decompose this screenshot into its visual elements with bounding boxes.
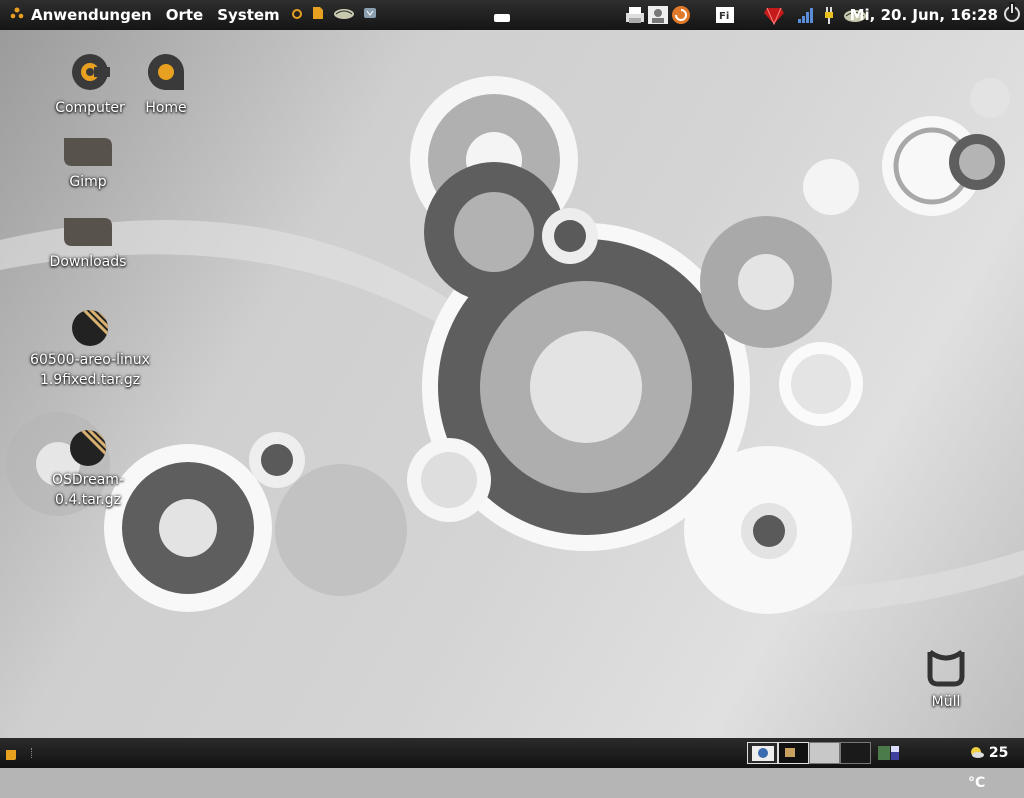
workspace-2[interactable] [778,742,809,764]
desktop: Computer Home Gimp Downloads 60500-areo-… [0,30,1024,738]
show-desktop-icon[interactable] [5,746,17,765]
wallpaper [0,76,1024,615]
ruby-gem-icon[interactable] [763,5,785,26]
desktop-icon-archive-areo[interactable]: 60500-areo-linux1.9fixed.tar.gz [28,308,152,390]
power-button-icon[interactable] [1004,4,1020,22]
launcher-orb-icon[interactable] [291,6,303,24]
desktop-icon-label: OSDream-0.4.tar.gz [51,472,125,508]
desktop-icon-label: Müll [931,694,961,710]
desktop-icon-label: Downloads [49,254,127,270]
svg-text:Fi: Fi [719,11,729,22]
desktop-icon-trash[interactable]: Müll [886,648,1006,712]
printer-icon[interactable] [624,5,646,25]
main-menu-icon[interactable] [10,6,24,24]
workspace-switcher[interactable] [747,742,871,764]
clock[interactable]: Mi, 20. Jun, 16:28 [850,0,998,30]
desktop-icon-downloads[interactable]: Downloads [28,210,148,272]
bottom-panel: 25 °C [0,738,1024,791]
window-indicator-icon[interactable] [493,9,511,29]
workspace-4[interactable] [840,742,871,764]
weather-sun-icon [971,747,984,758]
folder-icon [64,138,112,166]
snail-icon[interactable] [670,5,692,25]
text-editor-launcher-icon[interactable] [311,5,325,25]
keyboard-indicator-icon[interactable]: Fi [715,5,735,25]
top-panel: Anwendungen Orte System Fi Mi, 20. Jun, … [0,0,1024,30]
trash-icon [927,649,965,687]
workspace-3[interactable] [809,742,840,764]
power-plug-icon[interactable] [820,5,838,25]
folder-icon [64,218,112,246]
user-switch-icon[interactable] [647,5,669,25]
system-monitor-icon[interactable] [877,744,901,766]
places-menu[interactable]: Orte [159,0,211,30]
network-signal-icon[interactable] [797,5,815,25]
weather-applet[interactable]: 25 °C [968,738,1024,798]
applications-menu[interactable]: Anwendungen [24,0,159,30]
archive-icon [70,430,106,466]
system-menu[interactable]: System [210,0,286,30]
workspace-1[interactable] [747,742,778,764]
desktop-icon-gimp[interactable]: Gimp [28,130,148,192]
panel-handle[interactable] [31,748,34,758]
desktop-icon-label: Home [145,100,187,116]
desktop-icon-archive-osdream[interactable]: OSDream-0.4.tar.gz [28,428,148,510]
mouse-launcher-icon[interactable] [333,6,355,24]
desktop-icon-home[interactable]: Home [106,48,226,118]
desktop-icon-label: 60500-areo-linux1.9fixed.tar.gz [30,352,150,388]
desktop-icon-label: Gimp [69,174,107,190]
archive-icon [72,310,108,346]
home-folder-icon [148,54,184,90]
shield-launcher-icon[interactable] [363,6,377,24]
